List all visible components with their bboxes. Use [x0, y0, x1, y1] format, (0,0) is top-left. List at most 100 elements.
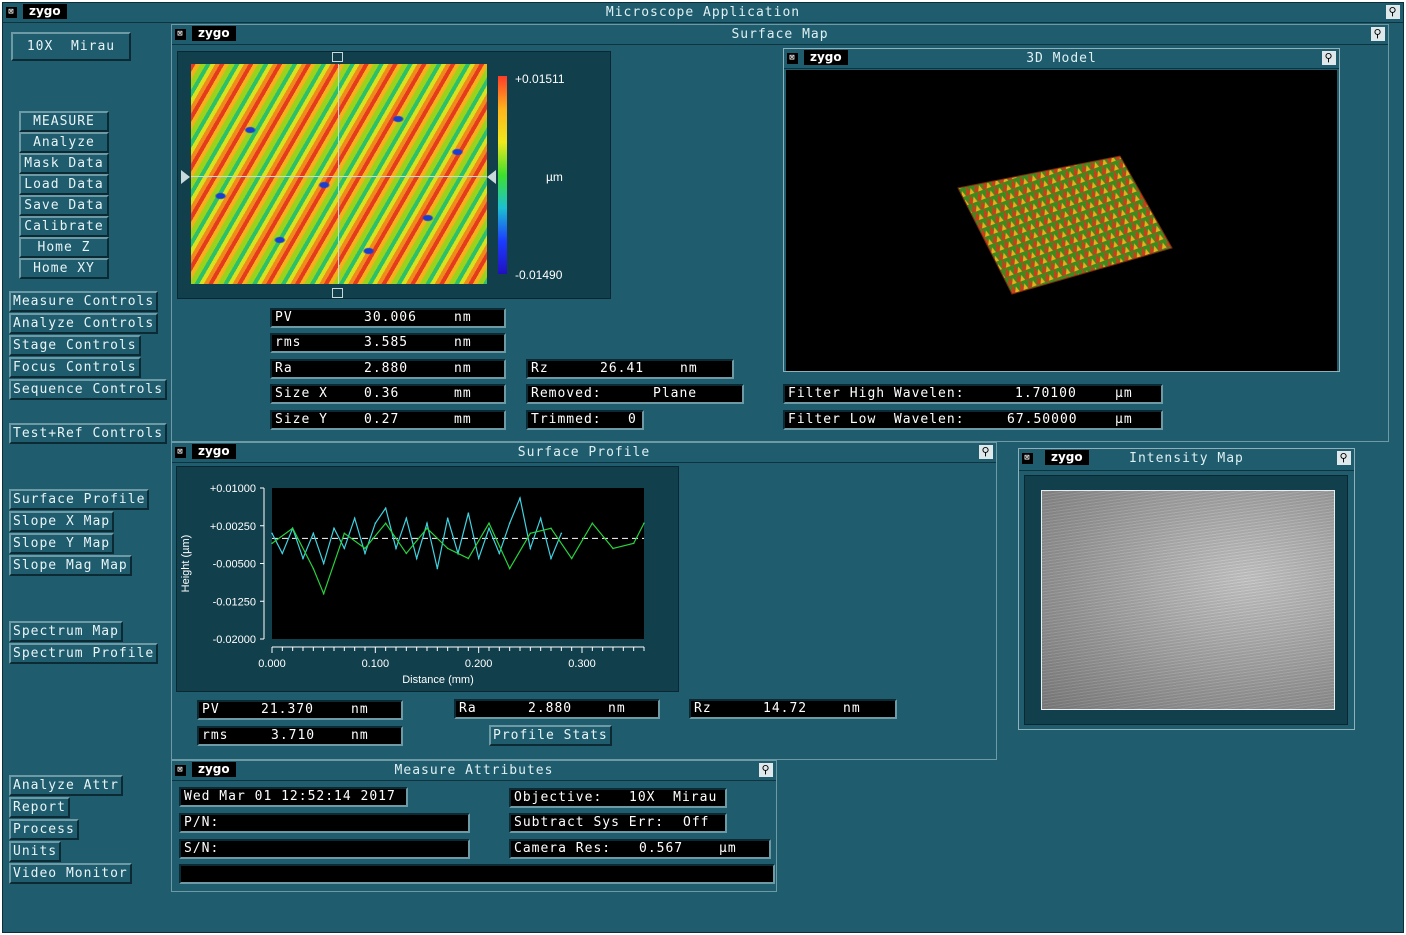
profile-point: [322, 562, 325, 565]
app-title: Microscope Application: [605, 5, 801, 20]
profile-point: [436, 567, 439, 570]
menu-button-analyze-attr[interactable]: Analyze Attr: [9, 775, 123, 796]
pin-icon[interactable]: ⚲: [1386, 5, 1400, 19]
app-titlebar: ⊠ zygo Microscope Application ⚲: [3, 3, 1403, 23]
profile-point: [488, 527, 490, 530]
surface-map-title: Surface Map: [731, 27, 829, 42]
sn-field[interactable]: S/N:: [179, 839, 470, 859]
profile-point: [446, 547, 449, 550]
profile-stats-button[interactable]: Profile Stats: [489, 725, 612, 746]
menu-button-mask-data[interactable]: Mask Data: [19, 153, 109, 174]
plot-background: [272, 488, 644, 639]
trimmed-field: Trimmed: 0: [526, 410, 644, 430]
stat-value: 0.27: [364, 412, 400, 427]
removed-field: Removed: Plane: [526, 384, 744, 404]
stat-value: 0.36: [364, 386, 400, 401]
intensity-map-window: ⊠ zygo Intensity Map ⚲: [1018, 448, 1355, 730]
pin-icon[interactable]: ⚲: [1371, 27, 1385, 41]
menu-button-slope-x-map[interactable]: Slope X Map: [9, 511, 115, 532]
profile-point: [343, 547, 346, 550]
stat-field-rms: rms 3.585 nm: [270, 333, 506, 353]
profile-point: [353, 517, 356, 519]
profile-point: [405, 517, 408, 519]
menu-button-analyze-controls[interactable]: Analyze Controls: [9, 313, 159, 334]
menu-button-calibrate[interactable]: Calibrate: [19, 216, 109, 237]
profile-point: [550, 557, 552, 560]
profile-point: [508, 522, 511, 525]
menu-button-units[interactable]: Units: [9, 841, 62, 862]
crosshair-handle-top[interactable]: [332, 52, 343, 62]
menu-button-slope-mag-map[interactable]: Slope Mag Map: [9, 555, 132, 576]
menu-button-measure-controls[interactable]: Measure Controls: [9, 291, 159, 312]
menu-button-save-data[interactable]: Save Data: [19, 195, 109, 216]
menu-button-home-z[interactable]: Home Z: [19, 237, 109, 258]
profile-point: [508, 567, 511, 570]
y-tick-label: +0.01000: [210, 483, 256, 495]
color-scale-bar: [498, 76, 507, 274]
pin-icon[interactable]: ⚲: [759, 763, 773, 777]
profile-rz-field: Rz 14.72 nm: [689, 699, 897, 719]
profile-point: [477, 557, 480, 560]
profile-point: [384, 507, 387, 509]
crosshair-handle-bottom[interactable]: [332, 288, 343, 298]
profile-point: [271, 542, 273, 545]
menu-button-stage-controls[interactable]: Stage Controls: [9, 335, 141, 356]
profile-point: [467, 557, 470, 560]
menu-button-spectrum-profile[interactable]: Spectrum Profile: [9, 643, 159, 664]
model-3d-window: ⊠ zygo 3D Model ⚲: [783, 48, 1340, 372]
model-3d-title: 3D Model: [1026, 51, 1097, 66]
menu-button-report[interactable]: Report: [9, 797, 70, 818]
profile-point: [364, 552, 366, 555]
profile-chart[interactable]: +0.01000 +0.00250 -0.00500 -0.01250 -0.02000…: [177, 467, 680, 693]
stat-field-ra: Ra 2.880 nm: [270, 359, 506, 379]
profile-pv-field: PV 21.370 nm: [197, 700, 403, 720]
objective-button[interactable]: 10X Mirau: [11, 32, 131, 61]
profile-rms-field: rms 3.710 nm: [197, 726, 403, 746]
stat-unit: nm: [454, 361, 472, 376]
menu-button-video-monitor[interactable]: Video Monitor: [9, 863, 132, 884]
model-3d-surface: [957, 155, 1173, 295]
menu-button-spectrum-map[interactable]: Spectrum Map: [9, 621, 123, 642]
intensity-map-image[interactable]: [1041, 490, 1335, 710]
menu-button-focus-controls[interactable]: Focus Controls: [9, 357, 141, 378]
menu-button-measure[interactable]: MEASURE: [19, 111, 109, 132]
pin-icon[interactable]: ⚲: [979, 445, 993, 459]
menu-button-sequence-controls[interactable]: Sequence Controls: [9, 379, 168, 400]
crosshair-handle-right[interactable]: [487, 170, 496, 184]
crosshair-vertical: [338, 64, 339, 284]
intensity-map-titlebar: ⊠ zygo Intensity Map ⚲: [1019, 449, 1354, 471]
surface-map-image[interactable]: [191, 64, 487, 284]
menu-button-load-data[interactable]: Load Data: [19, 174, 109, 195]
menu-button-slope-y-map[interactable]: Slope Y Map: [9, 533, 115, 554]
pin-icon[interactable]: ⚲: [1337, 451, 1351, 465]
scale-unit-label: µm: [546, 170, 563, 184]
stat-label: Size Y: [275, 412, 328, 427]
scale-min-label: -0.01490: [515, 268, 563, 282]
menu-button-process[interactable]: Process: [9, 819, 79, 840]
y-tick-label: -0.00500: [213, 559, 256, 571]
menu-button-home-xy[interactable]: Home XY: [19, 258, 109, 279]
profile-point: [281, 552, 284, 555]
menu-button-surface-profile[interactable]: Surface Profile: [9, 489, 150, 510]
stat-value: 3.585: [364, 335, 409, 350]
profile-point: [488, 522, 490, 525]
stat-unit: nm: [454, 335, 472, 350]
surface-map-titlebar: ⊠ zygo Surface Map ⚲: [172, 25, 1388, 45]
model-3d-view[interactable]: [786, 70, 1337, 371]
crosshair-handle-left[interactable]: [181, 170, 190, 184]
x-tick-label: 0.000: [258, 658, 286, 670]
stat-label: rms: [275, 335, 302, 350]
rz-field: Rz 26.41 nm: [526, 359, 734, 379]
surface-map-panel: ⊠ zygo Surface Map ⚲ +0.01511 µm -0.0149…: [171, 24, 1389, 442]
pn-field[interactable]: P/N:: [179, 813, 470, 833]
profile-point: [426, 522, 428, 525]
app-window: ⊠ zygo Microscope Application ⚲ 10X Mira…: [2, 2, 1404, 933]
measure-attributes-title: Measure Attributes: [394, 763, 554, 778]
x-tick-label: 0.200: [465, 658, 493, 670]
surface-map-view: +0.01511 µm -0.01490: [177, 51, 611, 299]
profile-point: [322, 592, 325, 595]
pin-icon[interactable]: ⚲: [1322, 51, 1336, 65]
menu-button-analyze[interactable]: Analyze: [19, 132, 109, 153]
surface-profile-title: Surface Profile: [517, 445, 651, 460]
menu-button-test-ref-controls[interactable]: Test+Ref Controls: [9, 423, 168, 444]
